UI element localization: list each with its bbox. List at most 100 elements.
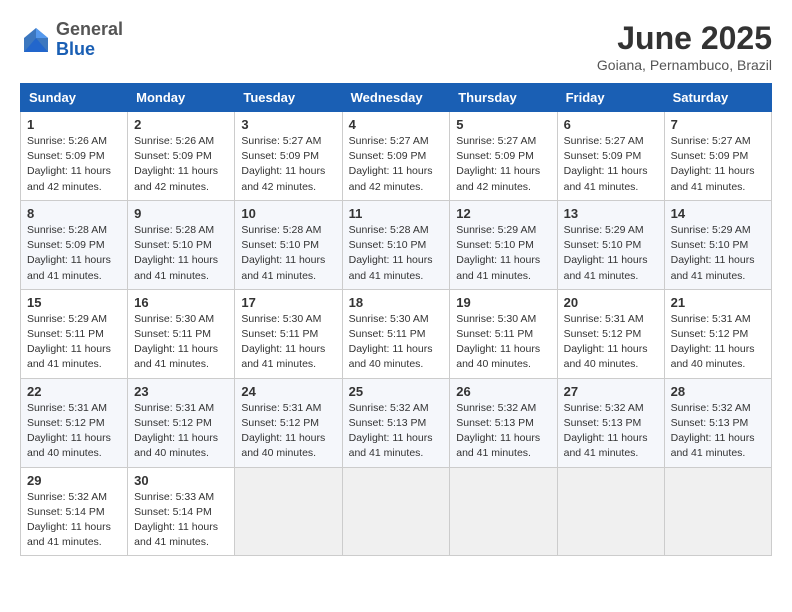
day-number: 23 xyxy=(134,384,228,399)
calendar-week-row: 15Sunrise: 5:29 AM Sunset: 5:11 PM Dayli… xyxy=(21,289,772,378)
day-number: 16 xyxy=(134,295,228,310)
calendar-cell: 2 Sunrise: 5:26 AM Sunset: 5:09 PM Daylig… xyxy=(128,112,235,201)
calendar-cell: 4 Sunrise: 5:27 AM Sunset: 5:09 PM Daylig… xyxy=(342,112,450,201)
day-number: 14 xyxy=(671,206,765,221)
day-info: Sunrise: 5:32 AM Sunset: 5:13 PM Dayligh… xyxy=(671,401,765,462)
day-info: Sunrise: 5:26 AM Sunset: 5:09 PM Dayligh… xyxy=(27,134,121,195)
day-info: Sunrise: 5:29 AM Sunset: 5:10 PM Dayligh… xyxy=(456,223,550,284)
day-info: Sunrise: 5:29 AM Sunset: 5:10 PM Dayligh… xyxy=(671,223,765,284)
calendar-cell: 30 Sunrise: 5:33 AM Sunset: 5:14 PM Dayli… xyxy=(128,467,235,556)
day-number: 30 xyxy=(134,473,228,488)
day-number: 19 xyxy=(456,295,550,310)
day-number: 5 xyxy=(456,117,550,132)
page-header: General Blue June 2025 Goiana, Pernambuc… xyxy=(20,20,772,73)
calendar-cell: 21 Sunrise: 5:31 AM Sunset: 5:12 PM Dayli… xyxy=(664,289,771,378)
day-number: 25 xyxy=(349,384,444,399)
calendar-cell: 12 Sunrise: 5:29 AM Sunset: 5:10 PM Dayli… xyxy=(450,200,557,289)
logo-general: General xyxy=(56,19,123,39)
calendar-cell xyxy=(557,467,664,556)
calendar-cell: 6Sunrise: 5:27 AM Sunset: 5:09 PM Daylig… xyxy=(557,112,664,201)
calendar-cell: 27 Sunrise: 5:32 AM Sunset: 5:13 PM Dayli… xyxy=(557,378,664,467)
calendar-cell: 16 Sunrise: 5:30 AM Sunset: 5:11 PM Dayli… xyxy=(128,289,235,378)
calendar-cell: 20Sunrise: 5:31 AM Sunset: 5:12 PM Dayli… xyxy=(557,289,664,378)
day-info: Sunrise: 5:28 AM Sunset: 5:10 PM Dayligh… xyxy=(349,223,444,284)
day-info: Sunrise: 5:28 AM Sunset: 5:09 PM Dayligh… xyxy=(27,223,121,284)
calendar-cell: 14 Sunrise: 5:29 AM Sunset: 5:10 PM Dayli… xyxy=(664,200,771,289)
day-number: 2 xyxy=(134,117,228,132)
location: Goiana, Pernambuco, Brazil xyxy=(597,57,772,73)
logo-icon xyxy=(20,24,52,56)
day-number: 3 xyxy=(241,117,335,132)
calendar-cell: 23 Sunrise: 5:31 AM Sunset: 5:12 PM Dayli… xyxy=(128,378,235,467)
day-number: 10 xyxy=(241,206,335,221)
day-info: Sunrise: 5:33 AM Sunset: 5:14 PM Dayligh… xyxy=(134,490,228,551)
calendar-cell: 17Sunrise: 5:30 AM Sunset: 5:11 PM Dayli… xyxy=(235,289,342,378)
day-number: 7 xyxy=(671,117,765,132)
day-info: Sunrise: 5:31 AM Sunset: 5:12 PM Dayligh… xyxy=(671,312,765,373)
calendar-cell: 18Sunrise: 5:30 AM Sunset: 5:11 PM Dayli… xyxy=(342,289,450,378)
calendar-cell: 13 Sunrise: 5:29 AM Sunset: 5:10 PM Dayli… xyxy=(557,200,664,289)
weekday-header: Thursday xyxy=(450,84,557,112)
day-number: 11 xyxy=(349,206,444,221)
day-info: Sunrise: 5:32 AM Sunset: 5:13 PM Dayligh… xyxy=(456,401,550,462)
calendar-table: SundayMondayTuesdayWednesdayThursdayFrid… xyxy=(20,83,772,556)
day-number: 4 xyxy=(349,117,444,132)
day-number: 29 xyxy=(27,473,121,488)
day-number: 17 xyxy=(241,295,335,310)
day-info: Sunrise: 5:31 AM Sunset: 5:12 PM Dayligh… xyxy=(564,312,658,373)
day-info: Sunrise: 5:28 AM Sunset: 5:10 PM Dayligh… xyxy=(134,223,228,284)
calendar-cell xyxy=(664,467,771,556)
calendar-cell: 8 Sunrise: 5:28 AM Sunset: 5:09 PM Daylig… xyxy=(21,200,128,289)
calendar-week-row: 22 Sunrise: 5:31 AM Sunset: 5:12 PM Dayli… xyxy=(21,378,772,467)
day-info: Sunrise: 5:32 AM Sunset: 5:13 PM Dayligh… xyxy=(564,401,658,462)
calendar-week-row: 29Sunrise: 5:32 AM Sunset: 5:14 PM Dayli… xyxy=(21,467,772,556)
day-info: Sunrise: 5:29 AM Sunset: 5:11 PM Dayligh… xyxy=(27,312,121,373)
calendar-cell: 22Sunrise: 5:31 AM Sunset: 5:12 PM Dayli… xyxy=(21,378,128,467)
day-number: 1 xyxy=(27,117,121,132)
weekday-header: Wednesday xyxy=(342,84,450,112)
logo-text: General Blue xyxy=(56,20,123,60)
day-number: 12 xyxy=(456,206,550,221)
title-block: June 2025 Goiana, Pernambuco, Brazil xyxy=(597,20,772,73)
weekday-header: Friday xyxy=(557,84,664,112)
day-number: 9 xyxy=(134,206,228,221)
calendar-cell xyxy=(450,467,557,556)
calendar-week-row: 8 Sunrise: 5:28 AM Sunset: 5:09 PM Daylig… xyxy=(21,200,772,289)
weekday-header: Saturday xyxy=(664,84,771,112)
calendar-header-row: SundayMondayTuesdayWednesdayThursdayFrid… xyxy=(21,84,772,112)
day-number: 24 xyxy=(241,384,335,399)
calendar-cell: 5 Sunrise: 5:27 AM Sunset: 5:09 PM Daylig… xyxy=(450,112,557,201)
day-info: Sunrise: 5:31 AM Sunset: 5:12 PM Dayligh… xyxy=(241,401,335,462)
day-number: 22 xyxy=(27,384,121,399)
day-info: Sunrise: 5:27 AM Sunset: 5:09 PM Dayligh… xyxy=(671,134,765,195)
calendar-cell: 3 Sunrise: 5:27 AM Sunset: 5:09 PM Daylig… xyxy=(235,112,342,201)
calendar-cell: 1 Sunrise: 5:26 AM Sunset: 5:09 PM Daylig… xyxy=(21,112,128,201)
day-info: Sunrise: 5:29 AM Sunset: 5:10 PM Dayligh… xyxy=(564,223,658,284)
day-number: 26 xyxy=(456,384,550,399)
calendar-cell: 19Sunrise: 5:30 AM Sunset: 5:11 PM Dayli… xyxy=(450,289,557,378)
day-info: Sunrise: 5:27 AM Sunset: 5:09 PM Dayligh… xyxy=(241,134,335,195)
day-info: Sunrise: 5:26 AM Sunset: 5:09 PM Dayligh… xyxy=(134,134,228,195)
calendar-cell: 29Sunrise: 5:32 AM Sunset: 5:14 PM Dayli… xyxy=(21,467,128,556)
calendar-cell: 11 Sunrise: 5:28 AM Sunset: 5:10 PM Dayli… xyxy=(342,200,450,289)
calendar-week-row: 1 Sunrise: 5:26 AM Sunset: 5:09 PM Daylig… xyxy=(21,112,772,201)
day-number: 27 xyxy=(564,384,658,399)
day-info: Sunrise: 5:30 AM Sunset: 5:11 PM Dayligh… xyxy=(134,312,228,373)
logo-blue: Blue xyxy=(56,39,95,59)
day-info: Sunrise: 5:32 AM Sunset: 5:13 PM Dayligh… xyxy=(349,401,444,462)
day-info: Sunrise: 5:27 AM Sunset: 5:09 PM Dayligh… xyxy=(456,134,550,195)
day-info: Sunrise: 5:27 AM Sunset: 5:09 PM Dayligh… xyxy=(564,134,658,195)
calendar-cell: 15Sunrise: 5:29 AM Sunset: 5:11 PM Dayli… xyxy=(21,289,128,378)
day-number: 13 xyxy=(564,206,658,221)
day-number: 8 xyxy=(27,206,121,221)
day-number: 21 xyxy=(671,295,765,310)
day-info: Sunrise: 5:31 AM Sunset: 5:12 PM Dayligh… xyxy=(134,401,228,462)
day-info: Sunrise: 5:30 AM Sunset: 5:11 PM Dayligh… xyxy=(349,312,444,373)
calendar-cell: 9 Sunrise: 5:28 AM Sunset: 5:10 PM Daylig… xyxy=(128,200,235,289)
weekday-header: Monday xyxy=(128,84,235,112)
calendar-cell: 26 Sunrise: 5:32 AM Sunset: 5:13 PM Dayli… xyxy=(450,378,557,467)
calendar-cell: 24 Sunrise: 5:31 AM Sunset: 5:12 PM Dayli… xyxy=(235,378,342,467)
calendar-cell: 28Sunrise: 5:32 AM Sunset: 5:13 PM Dayli… xyxy=(664,378,771,467)
day-info: Sunrise: 5:27 AM Sunset: 5:09 PM Dayligh… xyxy=(349,134,444,195)
logo: General Blue xyxy=(20,20,123,60)
